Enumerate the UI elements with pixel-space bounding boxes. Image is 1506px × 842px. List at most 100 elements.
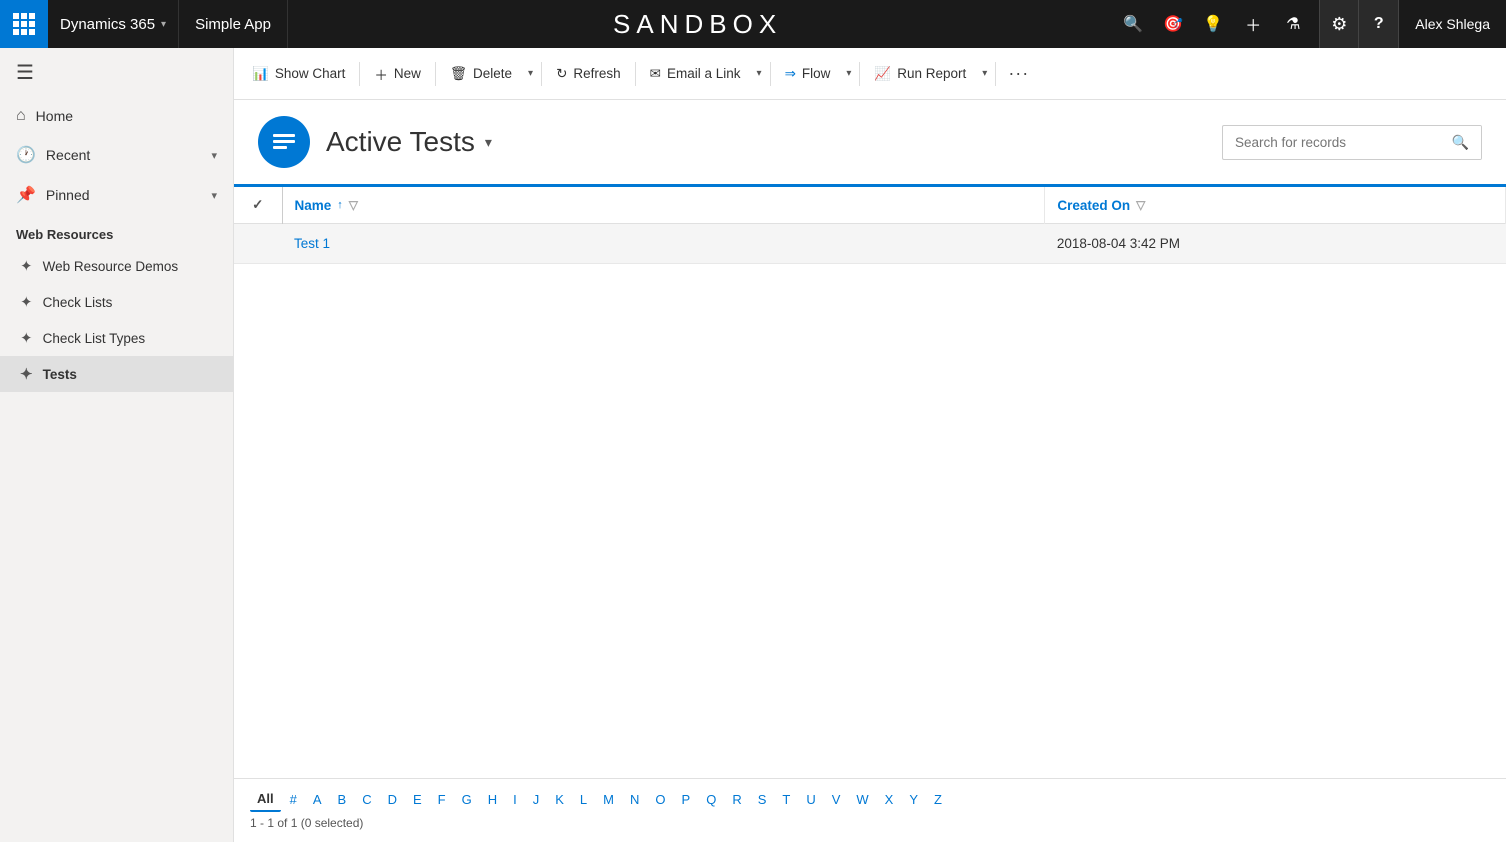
sidebar-item-check-lists[interactable]: ✦ Check Lists <box>0 284 233 320</box>
brand-chevron: ▾ <box>161 19 166 30</box>
delete-icon: 🗑 <box>450 66 467 82</box>
search-box: 🔍 <box>1222 125 1482 160</box>
refresh-button[interactable]: ↻ Refresh <box>546 60 631 88</box>
sidebar-item-web-resource-demos[interactable]: ✦ Web Resource Demos <box>0 248 233 284</box>
email-link-button[interactable]: ✉ Email a Link <box>640 60 751 88</box>
flow-button[interactable]: ⇒ Flow <box>775 60 841 88</box>
target-icon[interactable]: 🎯 <box>1155 6 1191 42</box>
alpha-btn-z[interactable]: Z <box>927 788 949 811</box>
email-link-chevron[interactable]: ▾ <box>753 62 766 85</box>
email-link-label: Email a Link <box>667 66 741 81</box>
alpha-btn-f[interactable]: F <box>431 788 453 811</box>
flow-chevron[interactable]: ▾ <box>842 62 855 85</box>
pin-icon: 📌 <box>16 185 36 205</box>
alpha-btn-u[interactable]: U <box>799 788 822 811</box>
toolbar-sep-6 <box>859 62 860 86</box>
sidebar-item-tests[interactable]: ✦ Tests <box>0 356 233 392</box>
toolbar-sep-7 <box>995 62 996 86</box>
sidebar-item-pinned[interactable]: 📌 Pinned ▾ <box>0 175 233 215</box>
search-icon[interactable]: 🔍 <box>1115 6 1151 42</box>
alpha-btn-t[interactable]: T <box>775 788 797 811</box>
flow-label: Flow <box>802 66 831 81</box>
alpha-btn-i[interactable]: I <box>506 788 524 811</box>
alpha-btn-s[interactable]: S <box>751 788 774 811</box>
help-button[interactable]: ? <box>1359 0 1399 48</box>
row-name[interactable]: Test 1 <box>282 224 1045 264</box>
alpha-btn-j[interactable]: J <box>526 788 547 811</box>
refresh-label: Refresh <box>573 66 620 81</box>
run-report-chevron[interactable]: ▾ <box>978 62 991 85</box>
alpha-btn-b[interactable]: B <box>331 788 354 811</box>
sidebar-toggle[interactable]: ☰ <box>0 48 233 97</box>
alpha-btn-q[interactable]: Q <box>699 788 723 811</box>
alpha-btn-n[interactable]: N <box>623 788 646 811</box>
tests-icon: ✦ <box>20 365 33 383</box>
sidebar-sub-label: Check List Types <box>43 331 146 346</box>
alpha-btn-a[interactable]: A <box>306 788 329 811</box>
created-on-filter-icon[interactable]: ▽ <box>1136 198 1145 212</box>
web-resources-section-title: Web Resources <box>0 215 233 248</box>
search-input[interactable] <box>1223 127 1440 158</box>
add-icon[interactable]: ＋ <box>1235 6 1271 42</box>
sidebar-sub-label: Tests <box>43 367 77 382</box>
checkmark-icon: ✓ <box>252 197 263 212</box>
waffle-menu[interactable] <box>0 0 48 48</box>
row-checkbox[interactable] <box>234 224 282 264</box>
alpha-btn-y[interactable]: Y <box>902 788 925 811</box>
alpha-btn-p[interactable]: P <box>675 788 698 811</box>
refresh-icon: ↻ <box>556 66 567 82</box>
name-filter-icon[interactable]: ▽ <box>349 198 358 212</box>
alpha-btn-r[interactable]: R <box>725 788 748 811</box>
pinned-chevron: ▾ <box>211 189 217 202</box>
alpha-btn-v[interactable]: V <box>825 788 848 811</box>
run-report-button[interactable]: 📈 Run Report <box>864 60 976 88</box>
email-icon: ✉ <box>650 66 661 82</box>
sidebar-item-home[interactable]: ⌂ Home <box>0 97 233 135</box>
alpha-btn-e[interactable]: E <box>406 788 429 811</box>
view-title-chevron[interactable]: ▾ <box>485 134 492 151</box>
delete-button[interactable]: 🗑 Delete <box>440 60 522 88</box>
pagination-info: 1 - 1 of 1 (0 selected) <box>250 812 1490 834</box>
pagination-area: All#ABCDEFGHIJKLMNOPQRSTUVWXYZ 1 - 1 of … <box>234 778 1506 842</box>
flow-icon: ⇒ <box>785 66 796 82</box>
sidebar-item-check-list-types[interactable]: ✦ Check List Types <box>0 320 233 356</box>
alpha-btn-h[interactable]: H <box>481 788 504 811</box>
more-button[interactable]: ··· <box>1000 57 1037 90</box>
alpha-btn-d[interactable]: D <box>381 788 404 811</box>
settings-button[interactable]: ⚙ <box>1319 0 1359 48</box>
check-list-types-icon: ✦ <box>20 329 33 347</box>
search-button[interactable]: 🔍 <box>1440 126 1481 159</box>
alpha-btn-l[interactable]: L <box>573 788 594 811</box>
select-all-header[interactable]: ✓ <box>234 187 282 224</box>
brand-link[interactable]: Dynamics 365 ▾ <box>48 0 179 48</box>
alpha-btn-x[interactable]: X <box>878 788 901 811</box>
name-column-header[interactable]: Name ↑ ▽ <box>282 187 1045 224</box>
alpha-btn-c[interactable]: C <box>355 788 378 811</box>
run-report-icon: 📈 <box>874 66 891 82</box>
recent-icon: 🕐 <box>16 145 36 165</box>
toolbar-sep-5 <box>770 62 771 86</box>
delete-chevron[interactable]: ▾ <box>524 62 537 85</box>
main-panel: 📊 Show Chart ＋ New 🗑 Delete ▾ ↻ Refresh … <box>234 48 1506 842</box>
created-on-column-header[interactable]: Created On ▽ <box>1045 187 1506 224</box>
sidebar-item-label: Pinned <box>46 187 90 203</box>
toolbar-sep-4 <box>635 62 636 86</box>
alpha-btn-w[interactable]: W <box>849 788 875 811</box>
alpha-btn-k[interactable]: K <box>548 788 571 811</box>
new-button[interactable]: ＋ New <box>364 58 431 90</box>
user-menu[interactable]: Alex Shlega <box>1399 0 1506 48</box>
alpha-btn-o[interactable]: O <box>648 788 672 811</box>
name-sort-icon[interactable]: ↑ <box>337 199 343 211</box>
alpha-btn-m[interactable]: M <box>596 788 621 811</box>
sidebar-item-recent[interactable]: 🕐 Recent ▾ <box>0 135 233 175</box>
filter-icon[interactable]: ⚗ <box>1275 6 1311 42</box>
show-chart-button[interactable]: 📊 Show Chart <box>242 60 355 88</box>
name-label: Name <box>295 198 332 213</box>
app-name[interactable]: Simple App <box>179 0 288 48</box>
lightbulb-icon[interactable]: 💡 <box>1195 6 1231 42</box>
alpha-btn-all[interactable]: All <box>250 787 281 812</box>
alpha-btn-g[interactable]: G <box>455 788 479 811</box>
nav-icons: 🔍 🎯 💡 ＋ ⚗ <box>1107 6 1319 42</box>
alpha-btn-#[interactable]: # <box>283 788 304 811</box>
home-icon: ⌂ <box>16 107 26 125</box>
